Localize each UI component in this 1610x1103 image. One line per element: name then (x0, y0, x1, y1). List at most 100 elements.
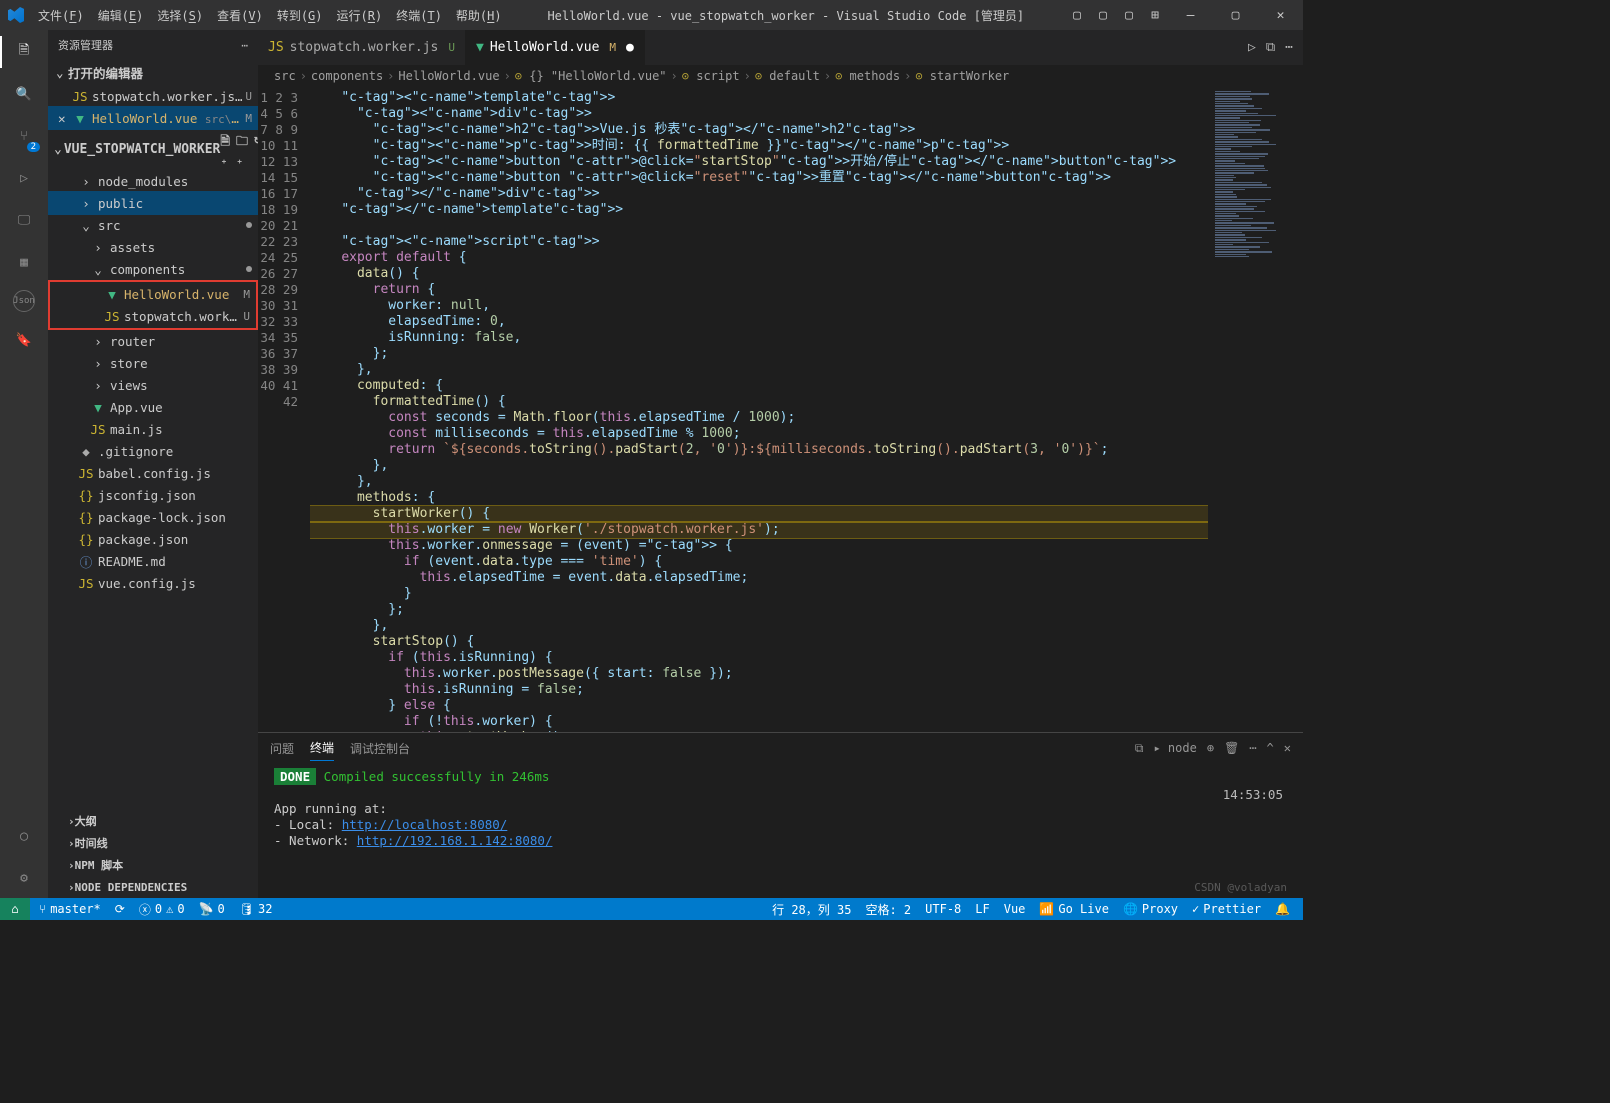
minimap[interactable] (1208, 87, 1303, 732)
sidebar-section[interactable]: › NPM 脚本 (48, 854, 258, 876)
status-prettier[interactable]: ✓ Prettier (1185, 901, 1268, 918)
sidebar-section[interactable]: › 时间线 (48, 832, 258, 854)
tree-item[interactable]: ▼HelloWorld.vueM (50, 283, 256, 305)
status-proxy[interactable]: 🌐 Proxy (1116, 901, 1185, 918)
tree-item[interactable]: ⌄src (48, 214, 258, 236)
breadcrumb-item[interactable]: src (274, 69, 296, 83)
tree-item[interactable]: ◆.gitignore (48, 440, 258, 462)
project-header[interactable]: ⌄VUE_STOPWATCH_WORKER 🗎₊ 🗀₊ ↻ ⊟ (48, 129, 258, 170)
split-icon[interactable]: ⧉ (1266, 40, 1275, 55)
maximize-button[interactable]: ▢ (1213, 0, 1258, 30)
toggle-panel-icon[interactable]: ▢ (1096, 8, 1110, 22)
terminal-link[interactable]: http://localhost:8080/ (342, 817, 508, 832)
more-icon[interactable]: ⋯ (1285, 40, 1293, 55)
terminal-link[interactable]: http://192.168.1.142:8080/ (357, 833, 553, 848)
bookmarks-icon[interactable]: 🔖 (10, 326, 38, 354)
tree-item[interactable]: ›assets (48, 236, 258, 258)
menu-item[interactable]: 运行(R) (331, 3, 389, 28)
remote-explorer-icon[interactable]: 🖵 (10, 206, 38, 234)
tree-item[interactable]: JSbabel.config.js (48, 462, 258, 484)
status-notifications-icon[interactable]: 🔔 (1268, 901, 1297, 918)
status-golive[interactable]: 📶 Go Live (1032, 901, 1116, 918)
status-sync[interactable]: ⟳ (108, 902, 132, 916)
status-spaces[interactable]: 空格: 2 (858, 901, 918, 918)
open-editor-item[interactable]: ✕▼HelloWorld.vue src\compon...M (48, 107, 258, 129)
run-debug-icon[interactable]: ▷ (10, 164, 38, 192)
tree-item[interactable]: {}package.json (48, 528, 258, 550)
panel-tab[interactable]: 终端 (310, 735, 334, 761)
terminal-profile[interactable]: ▸ node (1153, 737, 1196, 759)
status-cursor[interactable]: 行 28，列 35 (765, 901, 858, 918)
new-folder-icon[interactable]: 🗀₊ (236, 132, 248, 167)
panel-tab[interactable]: 调试控制台 (350, 736, 410, 761)
editor-tab[interactable]: JSstopwatch.worker.jsU (258, 30, 466, 65)
customize-layout-icon[interactable]: ⊞ (1148, 8, 1162, 22)
status-errors[interactable]: ⓧ 0 ⚠ 0 (132, 901, 192, 918)
breadcrumb-item[interactable]: ⊙ methods (835, 69, 900, 83)
tree-item[interactable]: ›store (48, 352, 258, 374)
status-eol[interactable]: LF (968, 901, 996, 918)
terminal-kill-icon[interactable]: 🗑 (1224, 737, 1239, 759)
breadcrumb-item[interactable]: HelloWorld.vue (398, 69, 499, 83)
tree-item[interactable]: ›router (48, 330, 258, 352)
menu-item[interactable]: 转到(G) (271, 3, 329, 28)
status-branch[interactable]: ⑂ master* (32, 902, 108, 916)
tree-item[interactable]: ⌄components (48, 258, 258, 280)
terminal-output[interactable]: DONE Compiled successfully in 246ms 14:5… (258, 763, 1303, 898)
menu-item[interactable]: 编辑(E) (92, 3, 150, 28)
toggle-sidebar-icon[interactable]: ▢ (1070, 8, 1084, 22)
explorer-icon[interactable]: 🗎 (10, 38, 38, 66)
breadcrumbs[interactable]: src › components › HelloWorld.vue › ⊙ {}… (258, 65, 1303, 87)
panel-close-icon[interactable]: ✕ (1284, 737, 1291, 759)
extensions-icon[interactable]: ▦ (10, 248, 38, 276)
tree-item[interactable]: ▼App.vue (48, 396, 258, 418)
source-control-icon[interactable]: ⑂2 (10, 122, 38, 150)
terminal-more-icon[interactable]: ⋯ (1249, 737, 1256, 759)
tree-item[interactable]: JSstopwatch.worker.jsU (50, 305, 256, 327)
breadcrumb-item[interactable]: ⊙ script (682, 69, 740, 83)
open-editor-item[interactable]: JSstopwatch.worker.js src\co...U (48, 85, 258, 107)
run-icon[interactable]: ▷ (1248, 40, 1256, 55)
tree-item[interactable]: JSvue.config.js (48, 572, 258, 594)
sidebar-section[interactable]: › NODE DEPENDENCIES (48, 876, 258, 898)
terminal-new-icon[interactable]: ⊕ (1207, 737, 1214, 759)
close-button[interactable]: ✕ (1258, 0, 1303, 30)
minimize-button[interactable]: — (1168, 0, 1213, 30)
tree-item[interactable]: {}package-lock.json (48, 506, 258, 528)
tree-item[interactable]: ›node_modules (48, 170, 258, 192)
toggle-secondary-icon[interactable]: ▢ (1122, 8, 1136, 22)
status-metric[interactable]: 🛢 32 (232, 902, 280, 916)
editor[interactable]: 1 2 3 4 5 6 7 8 9 10 11 12 13 14 15 16 1… (258, 87, 1303, 732)
panel-tab[interactable]: 问题 (270, 736, 294, 761)
panel-maximize-icon[interactable]: ^ (1267, 737, 1274, 759)
open-editors-header[interactable]: ⌄打开的编辑器 (48, 60, 258, 85)
json-ext-icon[interactable]: Json (13, 290, 35, 312)
tree-item[interactable]: JSmain.js (48, 418, 258, 440)
tree-item[interactable]: ›views (48, 374, 258, 396)
status-port[interactable]: 📡 0 (192, 902, 232, 916)
breadcrumb-item[interactable]: ⊙ default (755, 69, 820, 83)
tree-item[interactable]: ›public (48, 192, 258, 214)
new-file-icon[interactable]: 🗎₊ (220, 132, 230, 167)
menu-item[interactable]: 文件(F) (32, 3, 90, 28)
menu-item[interactable]: 选择(S) (151, 3, 209, 28)
remote-indicator[interactable]: ⌂ (0, 898, 30, 920)
code-content[interactable]: "c-tag"><"c-name">template"c-tag">> "c-t… (310, 87, 1208, 732)
breadcrumb-item[interactable]: ⊙ startWorker (915, 69, 1009, 83)
close-tab-icon[interactable]: ● (626, 40, 634, 55)
accounts-icon[interactable]: ◯ (10, 822, 38, 850)
menu-item[interactable]: 终端(T) (390, 3, 448, 28)
settings-gear-icon[interactable]: ⚙ (10, 864, 38, 892)
sidebar-more-icon[interactable]: ⋯ (241, 39, 248, 52)
status-encoding[interactable]: UTF-8 (918, 901, 968, 918)
menu-item[interactable]: 查看(V) (211, 3, 269, 28)
breadcrumb-item[interactable]: ⊙ {} "HelloWorld.vue" (515, 69, 667, 83)
search-icon[interactable]: 🔍 (10, 80, 38, 108)
breadcrumb-item[interactable]: components (311, 69, 383, 83)
status-language[interactable]: Vue (997, 901, 1033, 918)
editor-tab[interactable]: ▼HelloWorld.vueM● (466, 30, 645, 65)
sidebar-section[interactable]: › 大纲 (48, 810, 258, 832)
menu-item[interactable]: 帮助(H) (450, 3, 508, 28)
terminal-split-icon[interactable]: ⧉ (1135, 737, 1144, 760)
tree-item[interactable]: {}jsconfig.json (48, 484, 258, 506)
